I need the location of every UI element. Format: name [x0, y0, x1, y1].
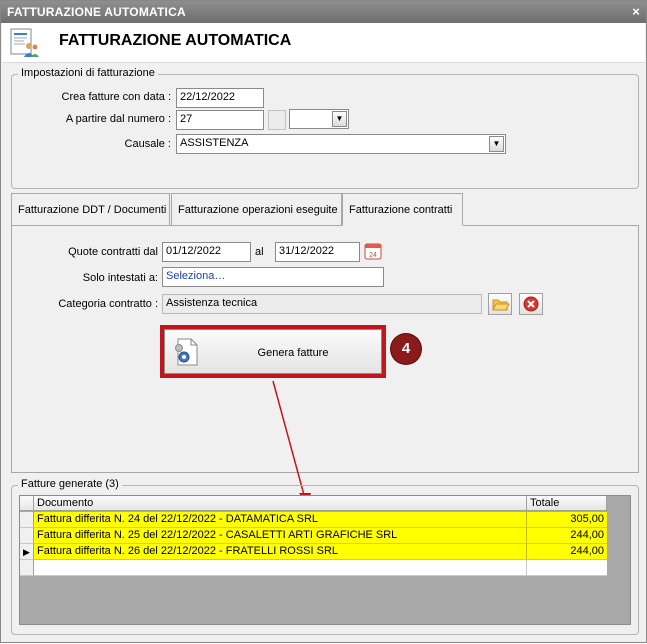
total-cell[interactable]: 244,00 [527, 544, 607, 560]
total-cell[interactable]: 244,00 [527, 528, 607, 544]
grid-corner [20, 496, 34, 511]
column-header-document[interactable]: Documento [34, 496, 527, 511]
table-row[interactable]: Fattura differita N. 25 del 22/12/2022 -… [20, 528, 607, 544]
generated-legend: Fatture generate (3) [18, 478, 122, 490]
document-cell[interactable]: Fattura differita N. 26 del 22/12/2022 -… [34, 544, 527, 560]
table-row[interactable]: ▶ Fattura differita N. 26 del 22/12/2022… [20, 544, 607, 560]
document-cell[interactable]: Fattura differita N. 25 del 22/12/2022 -… [34, 528, 527, 544]
total-cell[interactable]: 305,00 [527, 512, 607, 528]
row-selector[interactable] [20, 560, 34, 576]
row-selector[interactable] [20, 512, 34, 528]
table-row[interactable]: Fattura differita N. 24 del 22/12/2022 -… [20, 512, 607, 528]
tab-contracts[interactable]: Fatturazione contratti [342, 193, 463, 226]
generated-invoices-grid: Documento Totale Fattura differita N. 24… [19, 495, 631, 625]
window: FATTURAZIONE AUTOMATICA × FATTURAZIONE A… [0, 0, 647, 643]
column-header-total[interactable]: Totale [527, 496, 607, 511]
document-cell[interactable]: Fattura differita N. 24 del 22/12/2022 -… [34, 512, 527, 528]
empty-total-cell[interactable] [527, 560, 607, 576]
empty-document-cell[interactable] [34, 560, 527, 576]
row-selector[interactable] [20, 528, 34, 544]
current-row-indicator[interactable]: ▶ [20, 544, 34, 560]
new-row[interactable] [20, 560, 607, 576]
